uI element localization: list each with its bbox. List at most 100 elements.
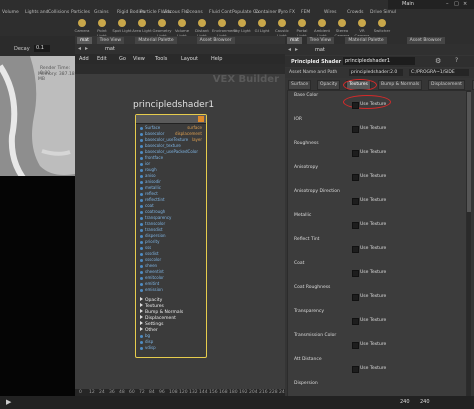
node-input[interactable]: priority: [140, 239, 159, 244]
node-input[interactable]: sssdist: [140, 251, 159, 256]
node-input[interactable]: basecolor_useTexture: [140, 137, 188, 142]
shelf-tab[interactable]: Particles: [71, 10, 90, 17]
node-input[interactable]: Surface: [140, 125, 160, 130]
port-icon[interactable]: [140, 192, 143, 196]
principled-shader-node[interactable]: surface displacement layer Surface basecolor…: [135, 114, 207, 358]
shelf-tool-button[interactable]: Volume Light: [172, 19, 192, 38]
param-path[interactable]: mat: [315, 47, 325, 53]
port-icon[interactable]: [140, 234, 143, 238]
section-tab[interactable]: Opacity: [317, 80, 341, 90]
node-output[interactable]: layer: [192, 137, 202, 142]
node-input[interactable]: metallic: [140, 185, 161, 190]
shelf-tab[interactable]: Fluid Cont: [209, 10, 232, 17]
port-icon[interactable]: [140, 216, 143, 220]
port-icon[interactable]: [140, 346, 143, 350]
shelf-tab[interactable]: FEM: [301, 10, 310, 17]
shelf-tool-button[interactable]: Portal Light: [292, 19, 312, 38]
use-texture-checkbox[interactable]: [352, 366, 359, 373]
node-header[interactable]: [136, 115, 206, 124]
section-tab[interactable]: Displacement: [428, 80, 465, 90]
port-icon[interactable]: [140, 204, 143, 208]
node-input[interactable]: basecolor_texture: [140, 143, 181, 148]
menu-item[interactable]: Edit: [97, 56, 107, 62]
port-icon[interactable]: [140, 168, 143, 172]
shelf-tab[interactable]: Lights and: [25, 10, 48, 17]
param-tab[interactable]: Tree View: [306, 37, 335, 44]
node-input[interactable]: ior: [140, 161, 150, 166]
node-output[interactable]: displacement: [175, 131, 202, 136]
play-icon[interactable]: ▶: [6, 398, 11, 406]
port-icon[interactable]: [140, 264, 143, 268]
node-input[interactable]: transcolor: [140, 221, 165, 226]
shelf-tool-button[interactable]: VR Camera: [352, 19, 372, 38]
shelf-tab[interactable]: Oceans: [186, 10, 203, 17]
shelf-tab[interactable]: Wires: [324, 10, 336, 17]
port-icon[interactable]: [140, 174, 143, 178]
node-input[interactable]: reflect: [140, 191, 158, 196]
frame-end[interactable]: 240: [420, 399, 430, 405]
port-icon[interactable]: [140, 144, 143, 148]
node-input[interactable]: sheentint: [140, 269, 164, 274]
shelf-tab[interactable]: Pyro FX: [278, 10, 295, 17]
node-input[interactable]: sheen: [140, 263, 157, 268]
shelf-tool-button[interactable]: Distant Light: [192, 19, 212, 38]
expand-icon[interactable]: [140, 315, 143, 319]
port-icon[interactable]: [140, 180, 143, 184]
shelf-tool-button[interactable]: Camera: [72, 19, 92, 35]
node-input[interactable]: coatrough: [140, 209, 165, 214]
network-editor[interactable]: mat Tree View Material Palette Asset Browse…: [75, 36, 288, 409]
expand-icon[interactable]: [140, 297, 143, 301]
shelf-tab[interactable]: Crowds: [347, 10, 364, 17]
shelf-tool-button[interactable]: Environment Light: [212, 19, 236, 38]
use-texture-checkbox[interactable]: [352, 126, 359, 133]
shelf-tab[interactable]: Collisions: [48, 10, 69, 17]
port-icon[interactable]: [140, 156, 143, 160]
maximize-icon[interactable]: □: [454, 1, 459, 7]
port-icon[interactable]: [140, 126, 143, 130]
shelf-tool-button[interactable]: Stereo Camera: [332, 19, 352, 38]
port-icon[interactable]: [140, 270, 143, 274]
port-icon[interactable]: [140, 246, 143, 250]
param-tab[interactable]: Asset Browser: [406, 37, 445, 44]
node-input[interactable]: transdist: [140, 227, 163, 232]
port-icon[interactable]: [140, 340, 143, 344]
param-tab[interactable]: mat: [287, 37, 302, 44]
use-texture-checkbox[interactable]: [352, 342, 359, 349]
node-input[interactable]: coat: [140, 203, 154, 208]
menu-item[interactable]: Go: [119, 56, 126, 62]
port-icon[interactable]: [140, 334, 143, 338]
section-tab[interactable]: Surface: [288, 80, 312, 90]
node-input[interactable]: rough: [140, 167, 157, 172]
node-input[interactable]: disp: [140, 339, 153, 344]
node-output[interactable]: surface: [187, 125, 202, 130]
param-forward-icon[interactable]: ▸: [295, 46, 298, 53]
shelf-tool-button[interactable]: GI Light: [252, 19, 272, 35]
tab-1[interactable]: Tree View: [96, 37, 125, 44]
param-back-icon[interactable]: ◂: [288, 46, 291, 53]
port-icon[interactable]: [140, 186, 143, 190]
node-input[interactable]: vdisp: [140, 345, 156, 350]
port-icon[interactable]: [140, 150, 143, 154]
port-icon[interactable]: [140, 288, 143, 292]
use-texture-checkbox[interactable]: [352, 222, 359, 229]
shelf-tool-button[interactable]: Switcher: [372, 19, 392, 35]
use-texture-checkbox[interactable]: [352, 102, 359, 109]
use-texture-checkbox[interactable]: [352, 198, 359, 205]
node-name-field[interactable]: principledshader1: [343, 57, 415, 65]
asset-name-field[interactable]: principledshader:2.0: [349, 69, 403, 76]
node-input[interactable]: bg: [140, 333, 150, 338]
port-icon[interactable]: [140, 282, 143, 286]
use-texture-checkbox[interactable]: [352, 246, 359, 253]
menu-item[interactable]: Help: [211, 56, 222, 62]
port-icon[interactable]: [140, 222, 143, 226]
use-texture-checkbox[interactable]: [352, 174, 359, 181]
node-input[interactable]: aniso: [140, 173, 156, 178]
port-icon[interactable]: [140, 162, 143, 166]
close-icon[interactable]: ×: [463, 1, 467, 7]
node-input[interactable]: anisodir: [140, 179, 161, 184]
port-icon[interactable]: [140, 138, 143, 142]
port-icon[interactable]: [140, 210, 143, 214]
port-icon[interactable]: [140, 276, 143, 280]
expand-icon[interactable]: [140, 309, 143, 313]
shelf-tool-button[interactable]: Ambient Light: [312, 19, 332, 38]
